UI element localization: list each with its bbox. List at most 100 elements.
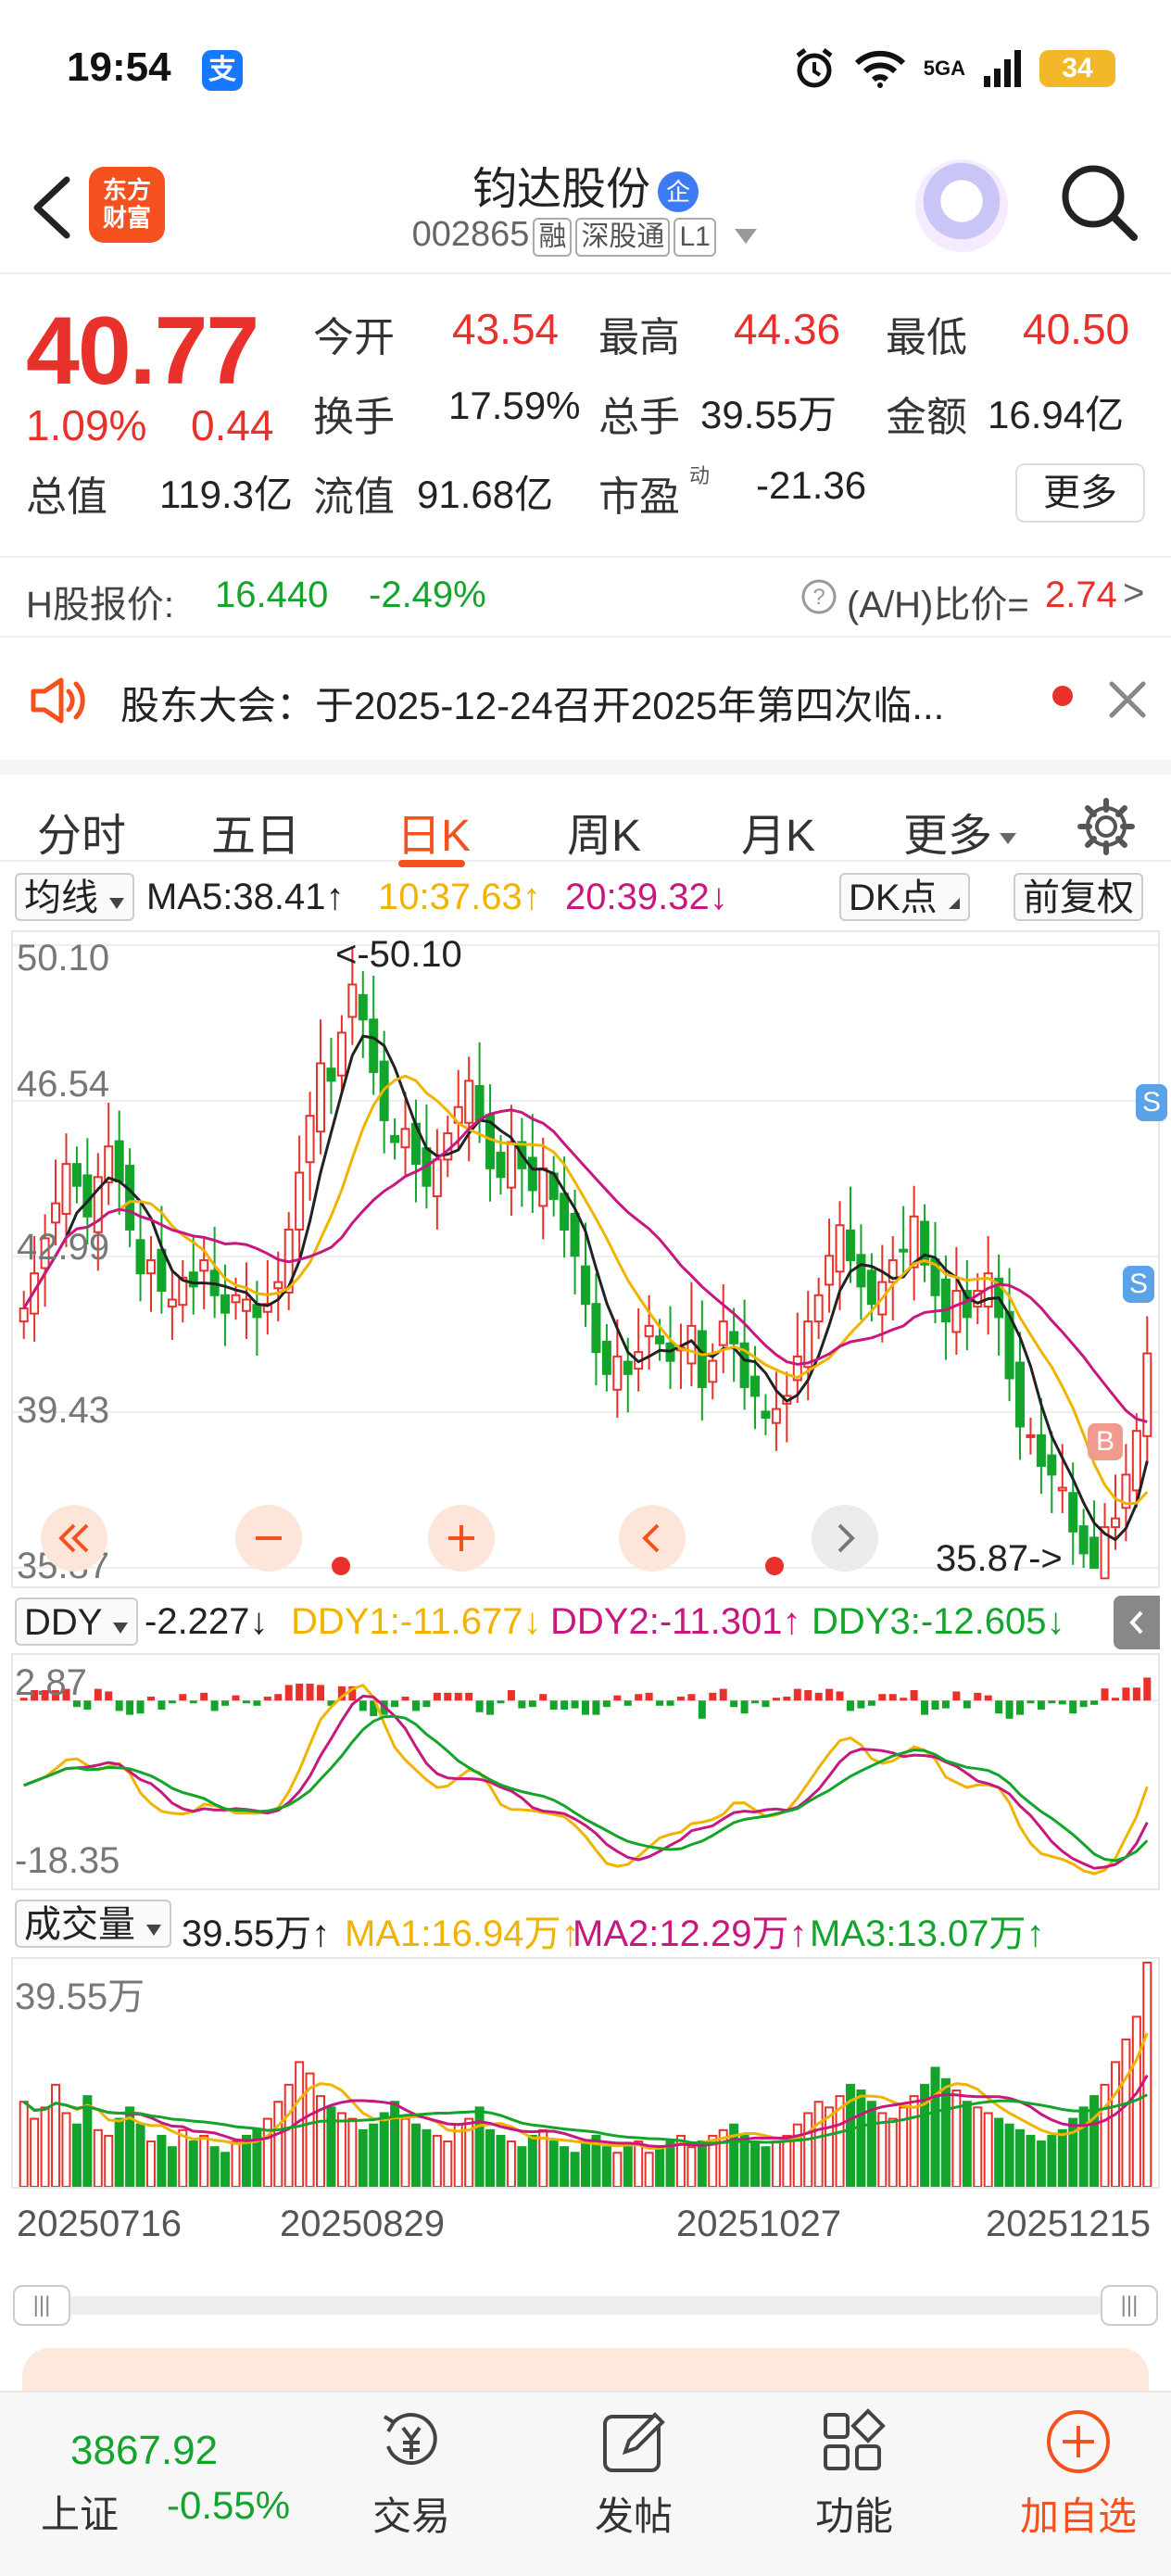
tab-daily-k[interactable]: 日K bbox=[397, 799, 471, 864]
volume-bar bbox=[909, 2095, 919, 2187]
volume-bar bbox=[888, 2117, 898, 2187]
search-icon[interactable] bbox=[1058, 161, 1141, 245]
close-icon[interactable] bbox=[1104, 676, 1151, 723]
settings-gear-icon[interactable] bbox=[1077, 797, 1136, 856]
minus-icon bbox=[256, 1536, 282, 1540]
candle-body bbox=[295, 1171, 305, 1231]
ddy-bar bbox=[751, 1700, 760, 1704]
volume-bar bbox=[1142, 1962, 1152, 2187]
candle-body bbox=[305, 1115, 315, 1164]
nav-trade[interactable]: 交易 bbox=[319, 2406, 504, 2542]
volume-bar bbox=[983, 2112, 993, 2187]
ddy-bar bbox=[878, 1694, 887, 1701]
candle-body bbox=[1057, 1486, 1067, 1492]
ddy-bar bbox=[719, 1688, 727, 1701]
network-label: 5GA bbox=[923, 57, 965, 80]
ddy-bar bbox=[284, 1685, 293, 1701]
ddy-bar bbox=[814, 1692, 823, 1701]
candle-body bbox=[326, 1067, 336, 1082]
announcement-bar[interactable]: 股东大会：于2025-12-24召开2025年第四次临... bbox=[0, 649, 1171, 751]
sell-signal-badge[interactable]: S bbox=[1136, 1084, 1167, 1121]
tab-monthly-k[interactable]: 月K bbox=[741, 799, 815, 864]
dk-point-button[interactable]: DK点 bbox=[839, 873, 970, 921]
h-share-row[interactable]: H股报价: 16.440 -2.49% ? (A/H)比价= 2.74 > bbox=[0, 556, 1171, 638]
ddy-bar bbox=[571, 1700, 579, 1709]
volume-bar bbox=[273, 2101, 283, 2187]
volume-bar bbox=[145, 2140, 156, 2187]
zoom-in-button[interactable] bbox=[428, 1505, 495, 1572]
candle-body bbox=[199, 1259, 209, 1272]
volume-bar bbox=[390, 2101, 400, 2187]
volume-bar bbox=[866, 2101, 876, 2187]
ma-selector[interactable]: 均线 bbox=[15, 873, 135, 921]
next-button[interactable] bbox=[812, 1505, 878, 1572]
ddy2-value: DDY2:-11.301↑ bbox=[550, 1601, 801, 1642]
ddy-bar bbox=[931, 1700, 939, 1711]
ddy-bar bbox=[465, 1692, 473, 1701]
prev-button[interactable] bbox=[619, 1505, 686, 1572]
robot-assistant-icon[interactable] bbox=[915, 159, 1008, 252]
y-label-3: 42.99 bbox=[17, 1227, 110, 1268]
volume-bar bbox=[994, 2117, 1004, 2187]
indicator-selector[interactable]: DDY bbox=[15, 1597, 138, 1646]
tab-intraday[interactable]: 分时 bbox=[37, 799, 126, 864]
buy-signal-badge[interactable]: B bbox=[1088, 1423, 1123, 1460]
collapse-panel-button[interactable] bbox=[1114, 1596, 1160, 1649]
ddy-bar bbox=[444, 1692, 452, 1701]
ddy-bar bbox=[793, 1688, 801, 1701]
quote-label: 今开 bbox=[313, 315, 395, 360]
ddy-value: -2.227↓ bbox=[145, 1601, 269, 1642]
ddy-bar bbox=[635, 1694, 643, 1701]
level-tag: L1 bbox=[674, 218, 716, 257]
candle-body bbox=[697, 1330, 707, 1388]
more-button[interactable]: 更多 bbox=[1015, 463, 1145, 523]
help-icon[interactable]: ? bbox=[800, 578, 837, 615]
range-handle-right[interactable]: ||| bbox=[1101, 2285, 1158, 2326]
volume-bar bbox=[400, 2117, 410, 2187]
candle-body bbox=[135, 1239, 145, 1275]
volume-chart[interactable]: 39.55万 bbox=[11, 1957, 1160, 2189]
ddy-bar bbox=[433, 1692, 441, 1701]
volume-bar bbox=[623, 2146, 633, 2187]
index-ticker[interactable]: 3867.92 上证 -0.55% bbox=[19, 2411, 315, 2550]
volume-bar bbox=[114, 2117, 124, 2187]
adjust-button[interactable]: 前复权 bbox=[1014, 873, 1143, 921]
volume-bar bbox=[1004, 2123, 1014, 2187]
volume-bar bbox=[1047, 2134, 1057, 2187]
nav-add-label: 加自选 bbox=[1019, 2494, 1137, 2538]
ddy-chart[interactable]: 2.87 -18.35 bbox=[11, 1653, 1160, 1890]
range-handle-left[interactable]: ||| bbox=[13, 2285, 70, 2326]
ddy-bar bbox=[274, 1694, 283, 1701]
tab-five-day[interactable]: 五日 bbox=[211, 799, 300, 864]
volume-bar bbox=[962, 2101, 972, 2187]
volume-selector[interactable]: 成交量 bbox=[15, 1900, 172, 1948]
range-track bbox=[13, 2296, 1158, 2315]
signal-icon bbox=[984, 50, 1021, 87]
candle-body bbox=[1015, 1361, 1026, 1428]
tab-weekly-k[interactable]: 周K bbox=[567, 799, 641, 864]
nav-functions[interactable]: 功能 bbox=[762, 2406, 947, 2542]
fast-back-button[interactable] bbox=[41, 1505, 107, 1572]
ddy-bar bbox=[867, 1700, 875, 1706]
volume-bar bbox=[951, 2089, 962, 2187]
ddy-line bbox=[23, 1714, 1149, 1863]
sell-signal-badge[interactable]: S bbox=[1123, 1266, 1154, 1303]
promo-banner[interactable] bbox=[22, 2348, 1149, 2391]
candle-body bbox=[718, 1320, 728, 1346]
ddy-bar bbox=[952, 1691, 961, 1701]
tab-more-triangle-icon bbox=[1000, 833, 1017, 845]
candle-body bbox=[835, 1224, 845, 1273]
volume-bar bbox=[856, 2089, 866, 2187]
candle-body bbox=[866, 1269, 876, 1306]
tab-more[interactable]: 更多 bbox=[903, 799, 1018, 864]
range-slider[interactable]: ||| ||| bbox=[13, 2278, 1158, 2335]
nav-post[interactable]: 发帖 bbox=[541, 2406, 726, 2542]
candle-body bbox=[231, 1294, 241, 1304]
nav-add-watchlist[interactable]: 加自选 bbox=[986, 2406, 1171, 2542]
volume-bar bbox=[410, 2123, 421, 2187]
ddy-bar bbox=[666, 1700, 674, 1706]
zoom-out-button[interactable] bbox=[235, 1505, 302, 1572]
candle-body bbox=[496, 1151, 506, 1179]
kline-chart[interactable]: 50.10 46.54 42.99 39.43 35.87 <-50.10 35… bbox=[11, 930, 1167, 1588]
status-icons: 5GA 34 bbox=[792, 46, 1115, 91]
